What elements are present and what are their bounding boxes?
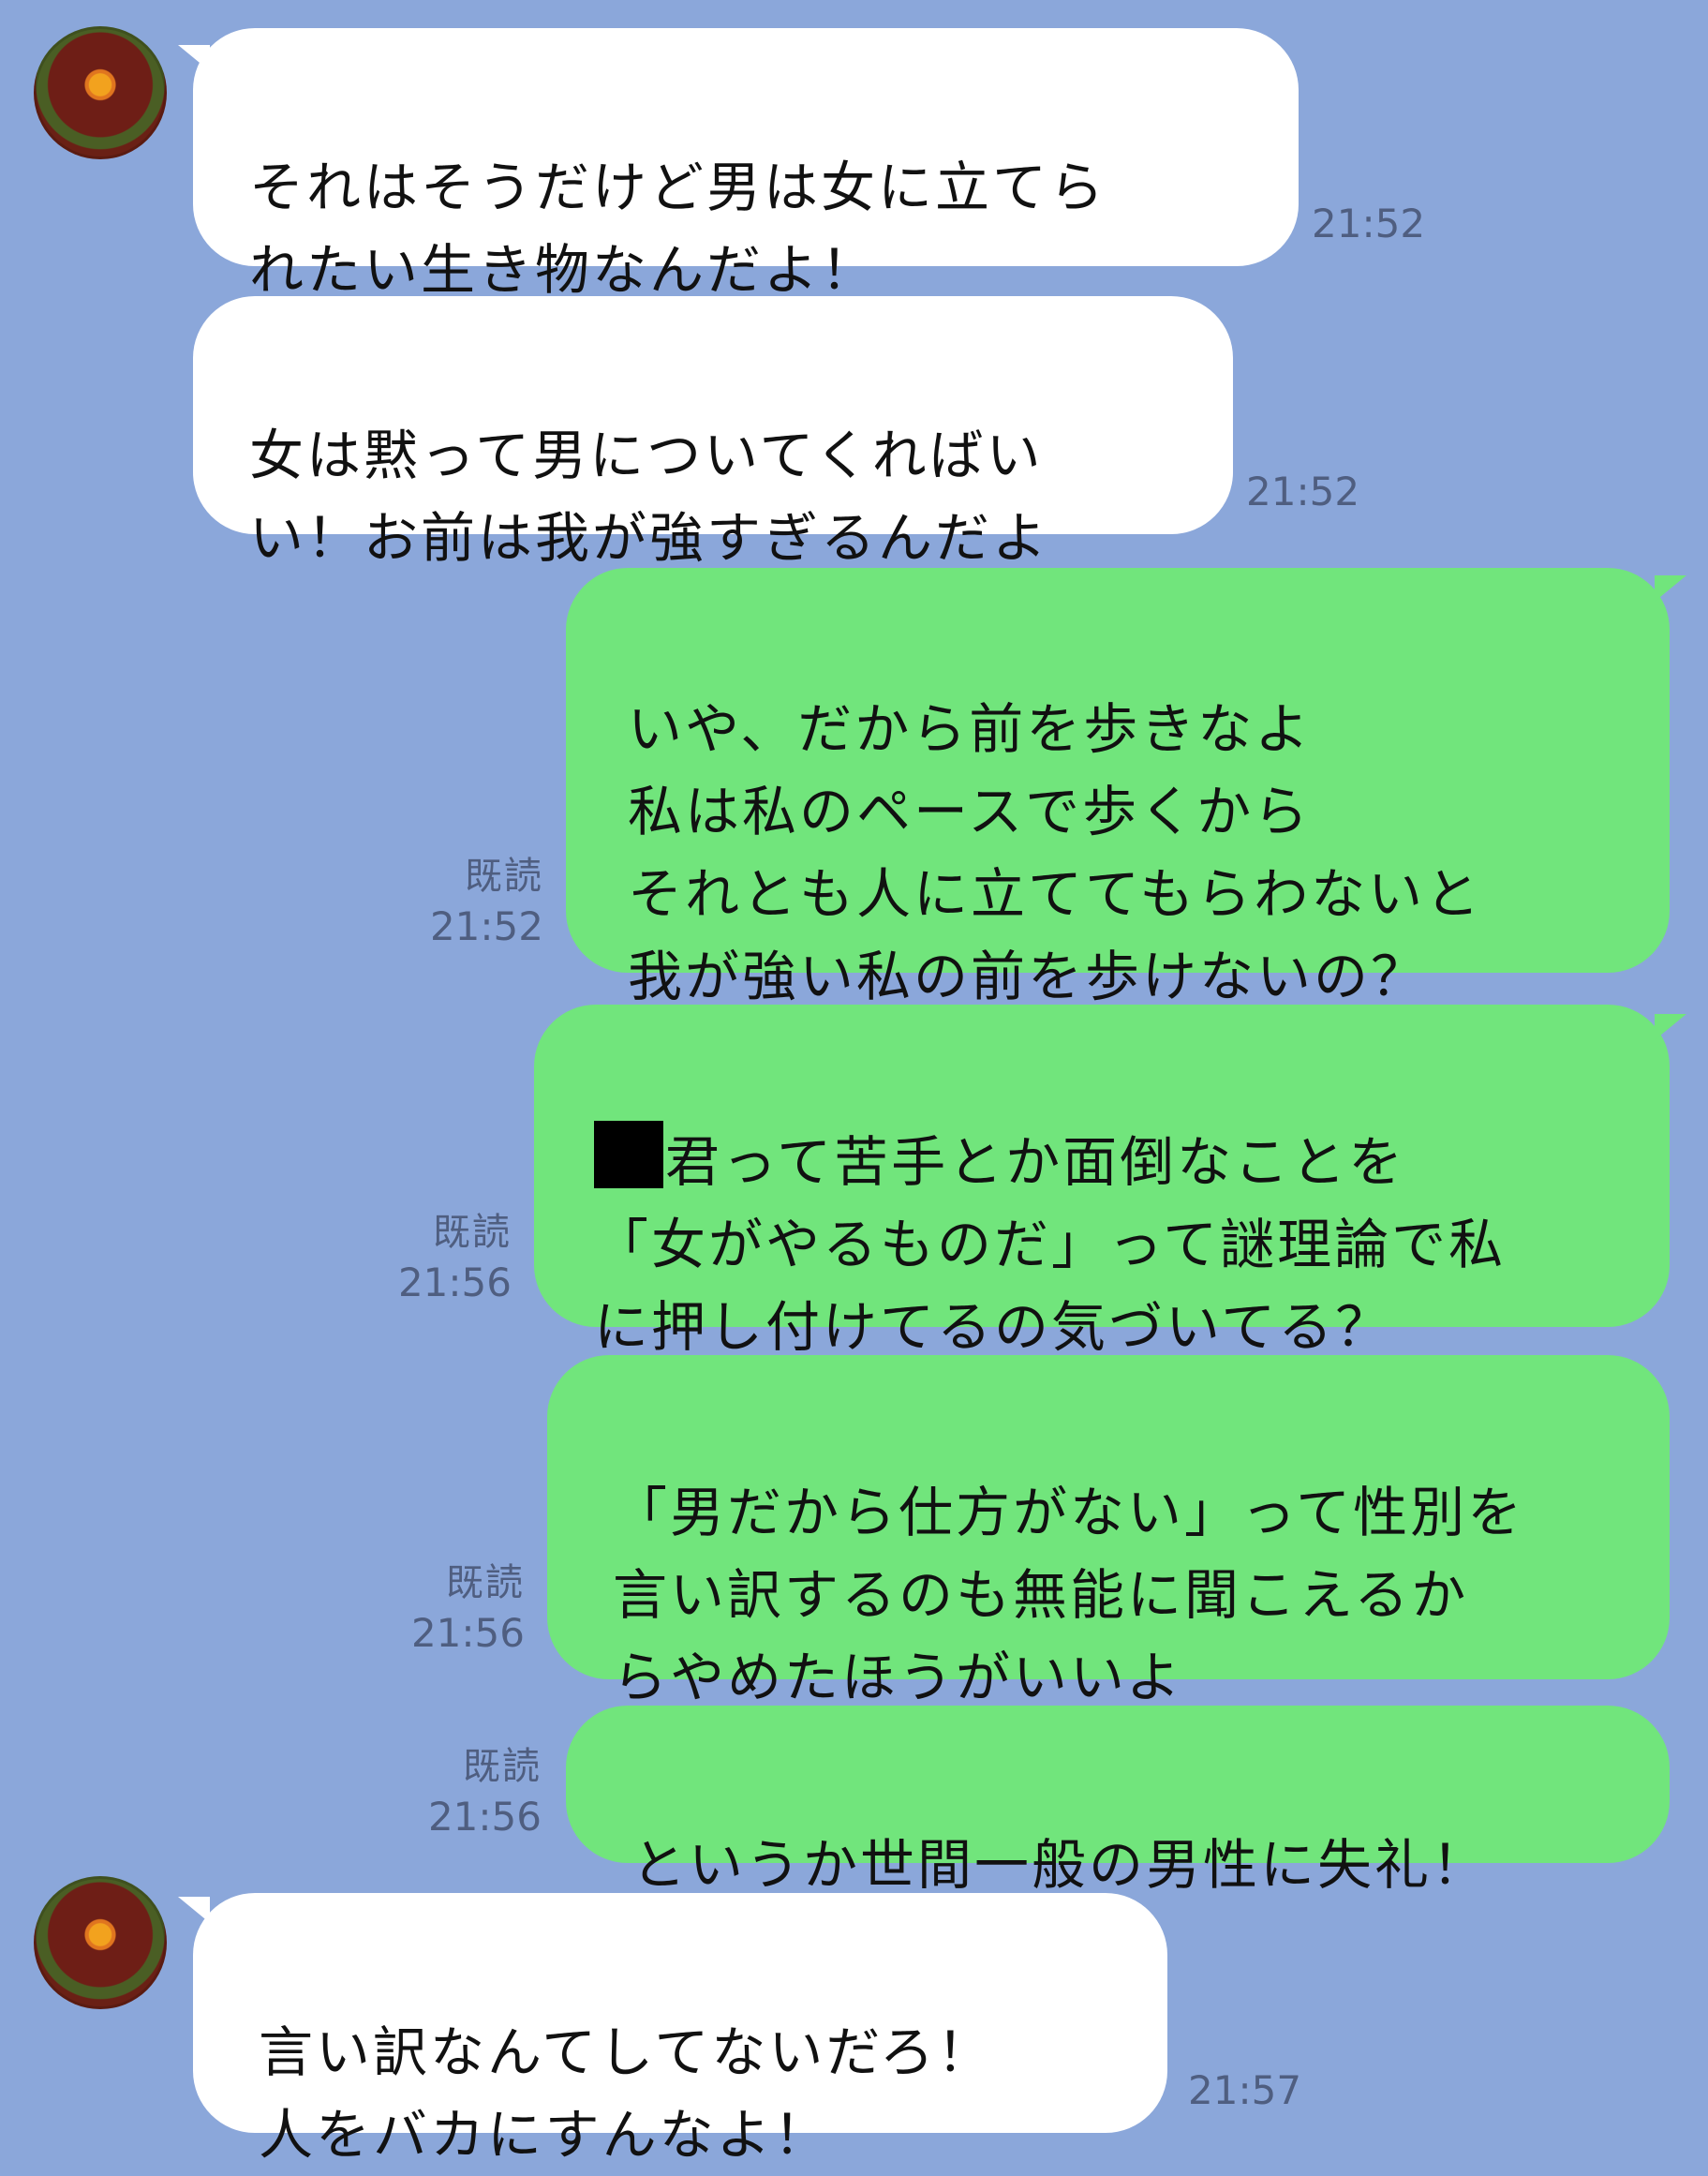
- message-text: いや、だから前を歩きなよ 私は私のペースで歩くから それとも人に立ててもらわない…: [628, 697, 1483, 1008]
- read-receipt: 既読: [446, 1561, 525, 1604]
- message-read-meta: 既読 21:56: [356, 1557, 525, 1659]
- message-bubble[interactable]: 女は黙って男についてくればい い！お前は我が強すぎるんだよ: [193, 296, 1233, 570]
- message-timestamp: 21:57: [1188, 2067, 1302, 2113]
- message-bubble[interactable]: 君って苦手とか面倒なことを 「女がやるものだ」って謎理論で私 に押し付けてるの気…: [534, 1005, 1670, 1359]
- message-timestamp: 21:56: [410, 1610, 525, 1656]
- message-text: 「男だから仕方がない」って性別を 言い訳するのも無能に聞こえるか らやめたほうが…: [613, 1481, 1525, 1709]
- message-read-meta: 既読 21:56: [373, 1741, 542, 1842]
- message-timestamp: 21:52: [1246, 469, 1360, 514]
- message-bubble[interactable]: 言い訳なんてしてないだろ！ 人をバカにすんなよ！: [193, 1893, 1167, 2167]
- message-text: それはそうだけど男は女に立てら れたい生き物なんだよ！: [249, 156, 1107, 302]
- read-receipt: 既読: [433, 1211, 512, 1254]
- read-receipt: 既読: [463, 1745, 542, 1788]
- avatar[interactable]: [34, 1876, 167, 2009]
- bubble-tail: [1655, 1014, 1686, 1040]
- message-bubble[interactable]: それはそうだけど男は女に立てら れたい生き物なんだよ！: [193, 28, 1299, 302]
- message-bubble[interactable]: いや、だから前を歩きなよ 私は私のペースで歩くから それとも人に立ててもらわない…: [566, 568, 1670, 1008]
- message-read-meta: 既読 21:52: [375, 851, 543, 952]
- message-bubble[interactable]: というか世間一般の男性に失礼！: [566, 1706, 1670, 1897]
- read-receipt: 既読: [465, 855, 543, 898]
- message-text: 女は黙って男についてくればい い！お前は我が強すぎるんだよ: [249, 424, 1050, 570]
- message-timestamp: 21:52: [429, 903, 543, 949]
- redacted-name-block: [594, 1121, 663, 1188]
- message-bubble[interactable]: 「男だから仕方がない」って性別を 言い訳するのも無能に聞こえるか らやめたほうが…: [547, 1355, 1670, 1709]
- message-text: 言い訳なんてしてないだろ！ 人をバカにすんなよ！: [259, 2020, 994, 2167]
- message-text: というか世間一般の男性に失礼！: [631, 1833, 1490, 1897]
- message-timestamp: 21:52: [1312, 201, 1426, 246]
- message-text: 君って苦手とか面倒なことを 「女がやるものだ」って謎理論で私 に押し付けてるの気…: [594, 1130, 1507, 1359]
- avatar[interactable]: [34, 26, 167, 159]
- message-timestamp: 21:56: [427, 1794, 542, 1840]
- bubble-tail: [1655, 575, 1686, 602]
- message-read-meta: 既読 21:56: [343, 1207, 512, 1308]
- message-timestamp: 21:56: [397, 1259, 512, 1305]
